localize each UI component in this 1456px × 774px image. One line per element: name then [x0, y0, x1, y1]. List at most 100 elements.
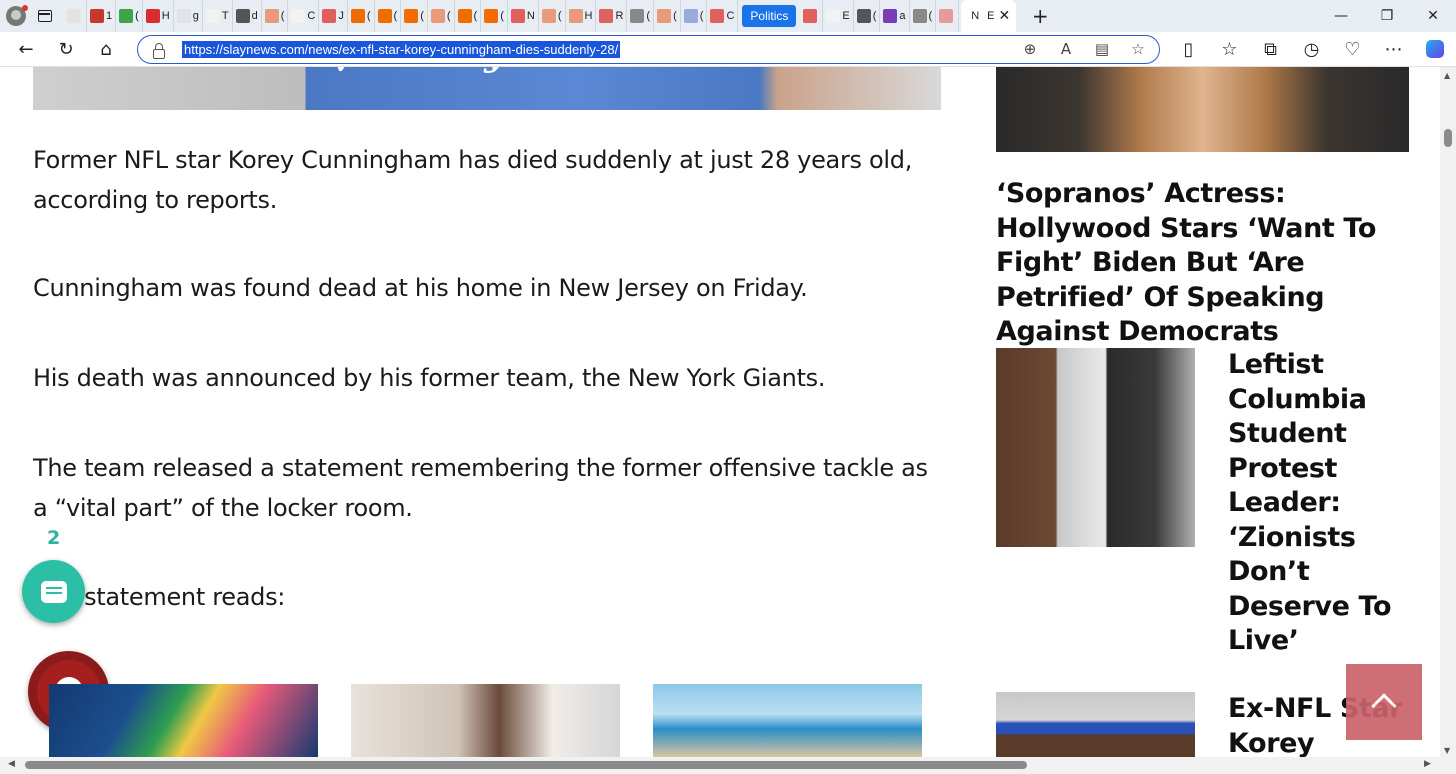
browser-essentials-icon[interactable]: ♡	[1332, 33, 1373, 65]
tab-title: N	[526, 10, 535, 22]
browser-tab[interactable]: (	[627, 0, 655, 32]
reload-button[interactable]: ↻	[46, 33, 86, 65]
sidebar-item-image[interactable]	[996, 692, 1195, 757]
article-paragraph: The statement reads:	[33, 583, 286, 611]
tab-politics[interactable]: Politics	[742, 5, 797, 27]
browser-tab[interactable]: (	[654, 0, 681, 32]
scroll-up-arrow-icon[interactable]: ▲	[1444, 71, 1450, 80]
browser-tab[interactable]: T	[203, 0, 233, 32]
sidebar-headline-link[interactable]: ‘Sopranos’ Actress: Hollywood Stars ‘Wan…	[996, 177, 1416, 350]
close-tab-icon[interactable]: ✕	[999, 8, 1011, 24]
browser-tab[interactable]	[64, 0, 87, 32]
browser-tab[interactable]: (	[348, 0, 375, 32]
tab-title: R	[615, 10, 624, 22]
browser-tab[interactable]: (	[910, 0, 937, 32]
profile-button[interactable]	[0, 0, 32, 32]
history-icon[interactable]: ◷	[1291, 33, 1332, 65]
tab-favicon-icon	[291, 9, 306, 23]
sidebar-item-title-link[interactable]: Leftist Columbia Student Protest Leader:…	[1228, 348, 1418, 659]
related-thumbnail[interactable]	[653, 684, 922, 757]
browser-tab[interactable]: N	[508, 0, 539, 32]
related-thumbnail[interactable]	[49, 684, 318, 757]
tab-title: (	[673, 10, 677, 22]
tab-title: H	[161, 10, 170, 22]
browser-tab[interactable]: R	[596, 0, 628, 32]
browser-tab[interactable]: d	[233, 0, 262, 32]
tab-actions-menu-icon[interactable]	[32, 0, 58, 32]
tab-title: (	[393, 10, 398, 22]
browser-tab[interactable]: (	[116, 0, 143, 32]
minimize-button[interactable]: —	[1318, 0, 1364, 32]
browser-tab[interactable]: C	[707, 0, 739, 32]
browser-tab[interactable]: (	[401, 0, 428, 32]
scroll-right-arrow-icon[interactable]: ▶	[1424, 759, 1431, 769]
favorites-icon[interactable]: ☆	[1209, 33, 1250, 65]
tab-title: (	[473, 10, 478, 22]
browser-tab[interactable]	[800, 0, 824, 32]
vertical-scrollbar[interactable]: ▲ ▼	[1440, 67, 1456, 757]
browser-tab[interactable]: (	[854, 0, 881, 32]
url-text[interactable]: https://slaynews.com/news/ex-nfl-star-ko…	[182, 41, 621, 58]
tab-title: (	[557, 10, 562, 22]
browser-tab[interactable]: (	[375, 0, 402, 32]
browser-tab[interactable]: 1	[87, 0, 117, 32]
swoosh-logo: ✓	[333, 67, 358, 82]
close-window-button[interactable]: ✕	[1410, 0, 1456, 32]
horizontal-scroll-thumb[interactable]	[25, 761, 1027, 769]
tab-favicon-icon	[350, 9, 365, 23]
new-tab-button[interactable]: +	[1024, 0, 1056, 32]
tab-favicon-icon	[568, 9, 583, 23]
split-screen-icon[interactable]: ▯	[1168, 33, 1209, 65]
lock-icon[interactable]	[152, 42, 166, 59]
zoom-icon[interactable]: ⊕	[1021, 40, 1039, 58]
browser-tab[interactable]: J	[319, 0, 348, 32]
active-tab[interactable]: N E ✕	[961, 0, 1017, 32]
copilot-icon	[1425, 40, 1444, 58]
browser-tab[interactable]: g	[174, 0, 203, 32]
browser-tab[interactable]: H	[143, 0, 174, 32]
back-button[interactable]: ←	[6, 33, 46, 65]
browser-tab[interactable]: (	[539, 0, 566, 32]
tab-favicon-icon	[939, 9, 954, 23]
scroll-left-arrow-icon[interactable]: ◀	[8, 759, 15, 769]
scroll-down-arrow-icon[interactable]: ▼	[1444, 746, 1450, 755]
settings-more-icon[interactable]: ⋯	[1373, 33, 1414, 65]
browser-tab[interactable]: (	[481, 0, 508, 32]
related-thumbnail[interactable]	[351, 684, 620, 757]
browser-tab[interactable]: C	[288, 0, 320, 32]
restore-button[interactable]: ❐	[1364, 0, 1410, 32]
vertical-scroll-thumb[interactable]	[1444, 129, 1452, 147]
browser-tab[interactable]: E	[823, 0, 854, 32]
home-button[interactable]: ⌂	[86, 33, 126, 65]
horizontal-scrollbar[interactable]: ◀ ▶	[0, 757, 1456, 774]
immersive-reader-icon[interactable]: ▤	[1093, 40, 1111, 58]
notification-dot-icon	[22, 5, 28, 11]
read-aloud-icon[interactable]: A	[1057, 40, 1075, 58]
browser-tab[interactable]: (	[681, 0, 708, 32]
browser-tab[interactable]	[936, 0, 960, 32]
favorite-star-icon[interactable]: ☆	[1129, 40, 1147, 58]
sidebar-featured-image[interactable]	[996, 67, 1409, 152]
tab-title: d	[251, 10, 258, 22]
browser-tab[interactable]: (	[455, 0, 482, 32]
browser-tab[interactable]: H	[566, 0, 597, 32]
address-bar[interactable]: https://slaynews.com/news/ex-nfl-star-ko…	[137, 35, 1160, 64]
browser-tab[interactable]: (	[428, 0, 455, 32]
comments-button[interactable]	[22, 560, 85, 623]
tab-favicon-icon	[657, 9, 672, 23]
collections-icon[interactable]: ⧉	[1250, 33, 1291, 65]
tab-favicon-icon	[145, 9, 160, 23]
browser-tab[interactable]: (	[262, 0, 289, 32]
tab-title: (	[135, 10, 139, 22]
tab-title: 1	[106, 10, 113, 22]
tab-favicon-icon	[322, 9, 337, 23]
browser-tab[interactable]: a	[880, 0, 910, 32]
article-paragraph: His death was announced by his former te…	[33, 364, 826, 392]
tab-title: (	[420, 10, 424, 22]
active-tab-letter: N	[971, 10, 980, 22]
tab-favicon-icon	[856, 9, 871, 23]
sidebar-item-image[interactable]	[996, 348, 1195, 547]
tab-favicon-icon	[264, 9, 279, 23]
copilot-button[interactable]	[1414, 33, 1455, 65]
back-to-top-button[interactable]	[1346, 664, 1422, 740]
